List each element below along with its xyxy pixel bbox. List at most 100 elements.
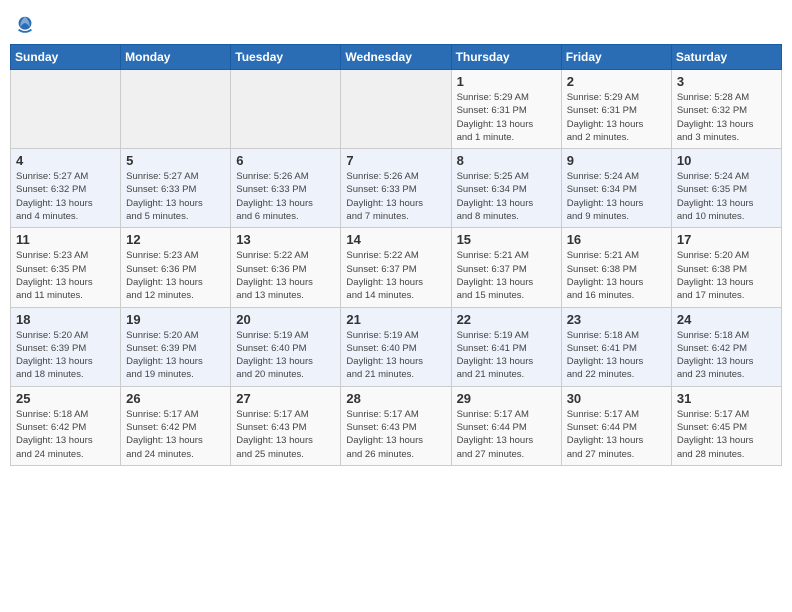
day-number: 18 <box>16 312 115 327</box>
day-info: Sunrise: 5:17 AM Sunset: 6:44 PM Dayligh… <box>457 408 556 461</box>
day-number: 12 <box>126 232 225 247</box>
day-info: Sunrise: 5:29 AM Sunset: 6:31 PM Dayligh… <box>457 91 556 144</box>
calendar-week-2: 4 Sunrise: 5:27 AM Sunset: 6:32 PM Daylig… <box>11 149 782 228</box>
day-info: Sunrise: 5:29 AM Sunset: 6:31 PM Dayligh… <box>567 91 666 144</box>
calendar-cell: 5 Sunrise: 5:27 AM Sunset: 6:33 PM Daylig… <box>121 149 231 228</box>
day-number: 1 <box>457 74 556 89</box>
calendar-cell: 10 Sunrise: 5:24 AM Sunset: 6:35 PM Dayli… <box>671 149 781 228</box>
calendar-cell: 21Sunrise: 5:19 AM Sunset: 6:40 PM Dayli… <box>341 307 451 386</box>
calendar-week-3: 11 Sunrise: 5:23 AM Sunset: 6:35 PM Dayli… <box>11 228 782 307</box>
day-info: Sunrise: 5:17 AM Sunset: 6:43 PM Dayligh… <box>236 408 335 461</box>
day-number: 30 <box>567 391 666 406</box>
calendar-cell: 14 Sunrise: 5:22 AM Sunset: 6:37 PM Dayli… <box>341 228 451 307</box>
weekday-header-friday: Friday <box>561 45 671 70</box>
day-number: 10 <box>677 153 776 168</box>
calendar-cell: 7 Sunrise: 5:26 AM Sunset: 6:33 PM Daylig… <box>341 149 451 228</box>
day-info: Sunrise: 5:17 AM Sunset: 6:42 PM Dayligh… <box>126 408 225 461</box>
weekday-header-thursday: Thursday <box>451 45 561 70</box>
day-info: Sunrise: 5:18 AM Sunset: 6:42 PM Dayligh… <box>16 408 115 461</box>
day-info: Sunrise: 5:23 AM Sunset: 6:35 PM Dayligh… <box>16 249 115 302</box>
logo <box>14 14 38 36</box>
day-info: Sunrise: 5:27 AM Sunset: 6:32 PM Dayligh… <box>16 170 115 223</box>
calendar-cell: 30 Sunrise: 5:17 AM Sunset: 6:44 PM Dayli… <box>561 386 671 465</box>
day-number: 20 <box>236 312 335 327</box>
calendar-table: SundayMondayTuesdayWednesdayThursdayFrid… <box>10 44 782 466</box>
day-info: Sunrise: 5:28 AM Sunset: 6:32 PM Dayligh… <box>677 91 776 144</box>
calendar-cell: 1 Sunrise: 5:29 AM Sunset: 6:31 PM Daylig… <box>451 70 561 149</box>
day-number: 14 <box>346 232 445 247</box>
day-info: Sunrise: 5:17 AM Sunset: 6:44 PM Dayligh… <box>567 408 666 461</box>
day-info: Sunrise: 5:25 AM Sunset: 6:34 PM Dayligh… <box>457 170 556 223</box>
calendar-cell <box>11 70 121 149</box>
logo-icon <box>14 14 36 36</box>
day-info: Sunrise: 5:21 AM Sunset: 6:37 PM Dayligh… <box>457 249 556 302</box>
day-number: 7 <box>346 153 445 168</box>
day-info: Sunrise: 5:26 AM Sunset: 6:33 PM Dayligh… <box>236 170 335 223</box>
day-info: Sunrise: 5:22 AM Sunset: 6:37 PM Dayligh… <box>346 249 445 302</box>
calendar-cell: 8 Sunrise: 5:25 AM Sunset: 6:34 PM Daylig… <box>451 149 561 228</box>
day-info: Sunrise: 5:19 AM Sunset: 6:40 PM Dayligh… <box>346 329 445 382</box>
day-number: 4 <box>16 153 115 168</box>
calendar-cell: 29 Sunrise: 5:17 AM Sunset: 6:44 PM Dayli… <box>451 386 561 465</box>
day-info: Sunrise: 5:20 AM Sunset: 6:39 PM Dayligh… <box>16 329 115 382</box>
calendar-cell <box>231 70 341 149</box>
calendar-cell <box>121 70 231 149</box>
calendar-header-row: SundayMondayTuesdayWednesdayThursdayFrid… <box>11 45 782 70</box>
day-number: 6 <box>236 153 335 168</box>
day-info: Sunrise: 5:17 AM Sunset: 6:43 PM Dayligh… <box>346 408 445 461</box>
day-number: 19 <box>126 312 225 327</box>
day-number: 3 <box>677 74 776 89</box>
calendar-cell: 4 Sunrise: 5:27 AM Sunset: 6:32 PM Daylig… <box>11 149 121 228</box>
day-info: Sunrise: 5:27 AM Sunset: 6:33 PM Dayligh… <box>126 170 225 223</box>
calendar-cell: 11 Sunrise: 5:23 AM Sunset: 6:35 PM Dayli… <box>11 228 121 307</box>
weekday-header-saturday: Saturday <box>671 45 781 70</box>
calendar-cell: 13 Sunrise: 5:22 AM Sunset: 6:36 PM Dayli… <box>231 228 341 307</box>
day-info: Sunrise: 5:20 AM Sunset: 6:39 PM Dayligh… <box>126 329 225 382</box>
day-number: 28 <box>346 391 445 406</box>
day-number: 5 <box>126 153 225 168</box>
day-number: 11 <box>16 232 115 247</box>
day-number: 25 <box>16 391 115 406</box>
day-info: Sunrise: 5:17 AM Sunset: 6:45 PM Dayligh… <box>677 408 776 461</box>
day-number: 15 <box>457 232 556 247</box>
calendar-cell: 20Sunrise: 5:19 AM Sunset: 6:40 PM Dayli… <box>231 307 341 386</box>
day-number: 8 <box>457 153 556 168</box>
weekday-header-tuesday: Tuesday <box>231 45 341 70</box>
day-info: Sunrise: 5:20 AM Sunset: 6:38 PM Dayligh… <box>677 249 776 302</box>
day-info: Sunrise: 5:26 AM Sunset: 6:33 PM Dayligh… <box>346 170 445 223</box>
calendar-cell: 12Sunrise: 5:23 AM Sunset: 6:36 PM Dayli… <box>121 228 231 307</box>
calendar-cell: 24 Sunrise: 5:18 AM Sunset: 6:42 PM Dayli… <box>671 307 781 386</box>
day-number: 13 <box>236 232 335 247</box>
calendar-cell: 9 Sunrise: 5:24 AM Sunset: 6:34 PM Daylig… <box>561 149 671 228</box>
calendar-cell: 19 Sunrise: 5:20 AM Sunset: 6:39 PM Dayli… <box>121 307 231 386</box>
day-number: 31 <box>677 391 776 406</box>
calendar-cell: 31 Sunrise: 5:17 AM Sunset: 6:45 PM Dayli… <box>671 386 781 465</box>
day-number: 24 <box>677 312 776 327</box>
weekday-header-monday: Monday <box>121 45 231 70</box>
calendar-cell: 26Sunrise: 5:17 AM Sunset: 6:42 PM Dayli… <box>121 386 231 465</box>
calendar-week-5: 25 Sunrise: 5:18 AM Sunset: 6:42 PM Dayli… <box>11 386 782 465</box>
day-number: 9 <box>567 153 666 168</box>
calendar-cell <box>341 70 451 149</box>
day-number: 27 <box>236 391 335 406</box>
calendar-cell: 27 Sunrise: 5:17 AM Sunset: 6:43 PM Dayli… <box>231 386 341 465</box>
day-number: 29 <box>457 391 556 406</box>
calendar-week-1: 1 Sunrise: 5:29 AM Sunset: 6:31 PM Daylig… <box>11 70 782 149</box>
weekday-header-sunday: Sunday <box>11 45 121 70</box>
day-info: Sunrise: 5:18 AM Sunset: 6:42 PM Dayligh… <box>677 329 776 382</box>
calendar-cell: 17Sunrise: 5:20 AM Sunset: 6:38 PM Dayli… <box>671 228 781 307</box>
day-info: Sunrise: 5:22 AM Sunset: 6:36 PM Dayligh… <box>236 249 335 302</box>
day-info: Sunrise: 5:18 AM Sunset: 6:41 PM Dayligh… <box>567 329 666 382</box>
calendar-cell: 16 Sunrise: 5:21 AM Sunset: 6:38 PM Dayli… <box>561 228 671 307</box>
calendar-cell: 22 Sunrise: 5:19 AM Sunset: 6:41 PM Dayli… <box>451 307 561 386</box>
calendar-cell: 6 Sunrise: 5:26 AM Sunset: 6:33 PM Daylig… <box>231 149 341 228</box>
calendar-cell: 28 Sunrise: 5:17 AM Sunset: 6:43 PM Dayli… <box>341 386 451 465</box>
weekday-header-wednesday: Wednesday <box>341 45 451 70</box>
day-info: Sunrise: 5:21 AM Sunset: 6:38 PM Dayligh… <box>567 249 666 302</box>
day-number: 22 <box>457 312 556 327</box>
day-number: 16 <box>567 232 666 247</box>
day-info: Sunrise: 5:24 AM Sunset: 6:35 PM Dayligh… <box>677 170 776 223</box>
calendar-cell: 2Sunrise: 5:29 AM Sunset: 6:31 PM Daylig… <box>561 70 671 149</box>
day-info: Sunrise: 5:19 AM Sunset: 6:41 PM Dayligh… <box>457 329 556 382</box>
day-info: Sunrise: 5:24 AM Sunset: 6:34 PM Dayligh… <box>567 170 666 223</box>
